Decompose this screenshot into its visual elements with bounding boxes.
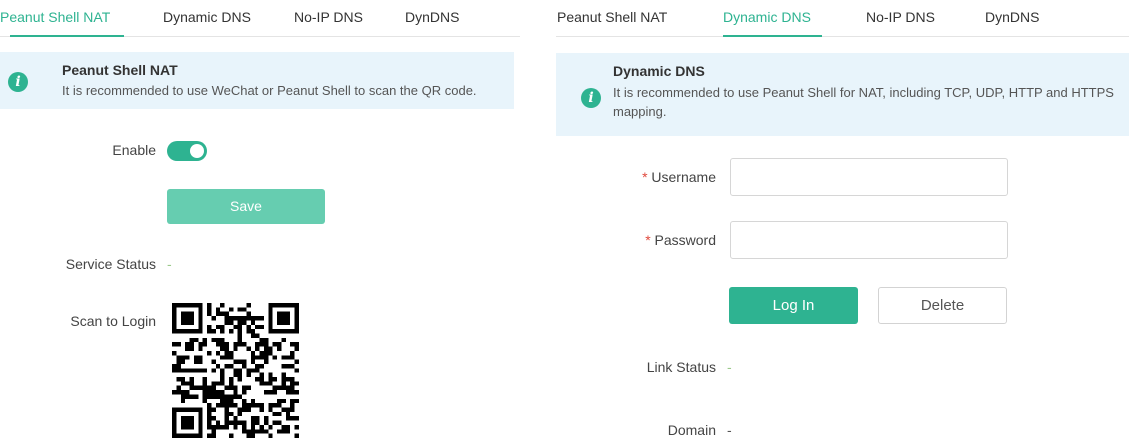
tab-no-ip-dns[interactable]: No-IP DNS <box>866 8 935 26</box>
service-status-value: - <box>167 256 172 272</box>
save-button[interactable]: Save <box>167 189 325 224</box>
tab-peanut-shell-nat[interactable]: Peanut Shell NAT <box>0 8 110 26</box>
notice-title: Peanut Shell NAT <box>62 62 178 78</box>
info-icon: i <box>8 72 28 92</box>
username-input[interactable] <box>730 158 1008 196</box>
required-mark: * <box>645 232 651 248</box>
enable-toggle[interactable] <box>167 141 207 161</box>
enable-label: Enable <box>112 142 156 158</box>
domain-value: - <box>727 422 732 438</box>
link-status-label: Link Status <box>646 359 716 375</box>
notice-title: Dynamic DNS <box>613 63 705 79</box>
tab-dyndns[interactable]: DynDNS <box>985 8 1039 26</box>
tab-bar: Peanut Shell NAT Dynamic DNS No-IP DNS D… <box>0 0 520 37</box>
required-mark: * <box>642 169 648 185</box>
toggle-knob <box>190 144 204 158</box>
service-status-label: Service Status <box>65 256 156 272</box>
tab-bar: Peanut Shell NAT Dynamic DNS No-IP DNS D… <box>556 0 1129 37</box>
active-tab-indicator <box>723 35 822 37</box>
log-in-button[interactable]: Log In <box>729 287 858 324</box>
domain-label: Domain <box>667 422 716 438</box>
qr-code <box>172 303 299 438</box>
info-icon: i <box>581 88 601 108</box>
password-input[interactable] <box>730 221 1008 259</box>
info-notice: i Peanut Shell NAT It is recommended to … <box>0 52 514 109</box>
tab-dynamic-dns[interactable]: Dynamic DNS <box>723 8 811 26</box>
info-notice: i Dynamic DNS It is recommended to use P… <box>556 53 1129 136</box>
password-label: * Password <box>645 232 716 248</box>
notice-text: It is recommended to use WeChat or Peanu… <box>62 83 477 98</box>
scan-to-login-label: Scan to Login <box>70 313 156 329</box>
tab-dynamic-dns[interactable]: Dynamic DNS <box>163 8 251 26</box>
qr-modules <box>172 303 299 438</box>
link-status-value: - <box>727 359 732 375</box>
dynamic-dns-panel: Peanut Shell NAT Dynamic DNS No-IP DNS D… <box>556 0 1129 438</box>
active-tab-indicator <box>10 35 124 37</box>
peanut-shell-nat-panel: Peanut Shell NAT Dynamic DNS No-IP DNS D… <box>0 0 520 438</box>
tab-dyndns[interactable]: DynDNS <box>405 8 459 26</box>
password-label-text: Password <box>654 232 716 248</box>
tab-peanut-shell-nat[interactable]: Peanut Shell NAT <box>557 8 667 26</box>
delete-button[interactable]: Delete <box>878 287 1007 324</box>
username-label: * Username <box>642 169 716 185</box>
tab-no-ip-dns[interactable]: No-IP DNS <box>294 8 363 26</box>
username-label-text: Username <box>651 169 716 185</box>
notice-text: It is recommended to use Peanut Shell fo… <box>613 85 1114 119</box>
